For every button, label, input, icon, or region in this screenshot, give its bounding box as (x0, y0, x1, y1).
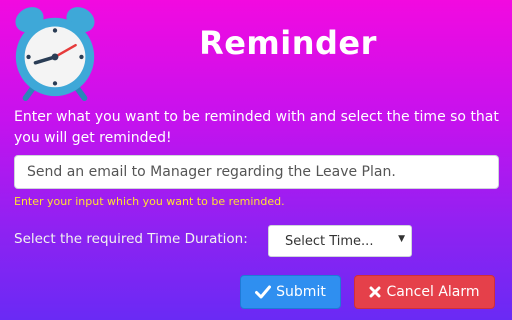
cancel-alarm-button[interactable]: Cancel Alarm (354, 275, 495, 309)
cancel-alarm-label: Cancel Alarm (386, 284, 480, 300)
time-duration-label: Select the required Time Duration: (14, 231, 248, 247)
caret-down-icon: ▼ (398, 234, 405, 244)
check-icon (255, 285, 272, 299)
alarm-clock-icon (15, 7, 95, 102)
submit-button[interactable]: Submit (240, 275, 341, 309)
page-title: Reminder (199, 24, 377, 62)
reminder-input[interactable] (14, 155, 499, 189)
times-icon (369, 286, 381, 298)
submit-label: Submit (276, 284, 326, 300)
instructions-text: Enter what you want to be reminded with … (14, 109, 499, 146)
time-select[interactable]: Select Time... ▼ (268, 225, 412, 257)
time-select-value: Select Time... (285, 234, 374, 249)
input-hint: Enter your input which you want to be re… (14, 195, 285, 208)
